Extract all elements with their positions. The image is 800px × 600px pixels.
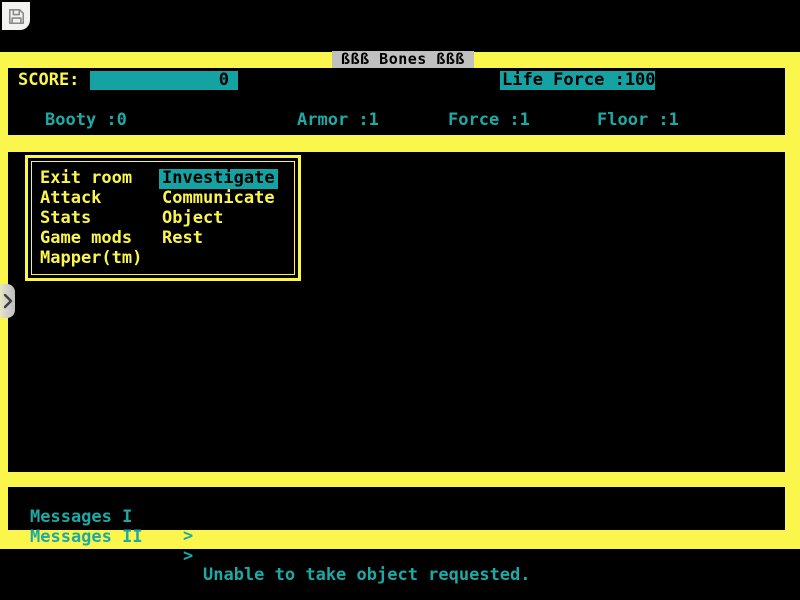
main-panel: Exit room Attack Stats Game mods Mapper(… xyxy=(8,152,785,472)
menu-item-object[interactable]: Object xyxy=(162,209,278,229)
command-menu-box: Exit room Attack Stats Game mods Mapper(… xyxy=(25,155,301,281)
force-stat: Force :1 xyxy=(448,111,530,130)
floppy-disk-icon xyxy=(7,7,26,26)
score-value: 0 xyxy=(219,70,229,90)
message-2-label: Messages II xyxy=(30,528,143,547)
score-bar: 0 xyxy=(90,71,238,90)
game-title: ßßß Bones ßßß xyxy=(332,51,474,68)
command-menu-inner-border: Exit room Attack Stats Game mods Mapper(… xyxy=(31,161,295,275)
message-line-1: Messages I > xyxy=(8,489,785,508)
menu-item-mapper[interactable]: Mapper(tm) xyxy=(40,249,142,269)
chevron-right-icon xyxy=(3,291,13,311)
booty-stat: Booty :0 xyxy=(45,111,127,130)
menu-item-communicate[interactable]: Communicate xyxy=(162,189,278,209)
score-label: SCORE: xyxy=(18,71,79,90)
message-2-text: Unable to take object requested. xyxy=(203,566,531,585)
messages-panel: Messages I > Messages II > Unable to tak… xyxy=(8,487,785,530)
menu-item-rest[interactable]: Rest xyxy=(162,229,278,249)
menu-item-stats[interactable]: Stats xyxy=(40,209,142,229)
menu-item-game-mods[interactable]: Game mods xyxy=(40,229,142,249)
menu-column-1: Exit room Attack Stats Game mods Mapper(… xyxy=(40,169,142,269)
side-panel-toggle[interactable] xyxy=(0,284,15,318)
save-button[interactable] xyxy=(2,2,30,30)
menu-item-investigate[interactable]: Investigate xyxy=(159,169,278,189)
menu-item-exit-room[interactable]: Exit room xyxy=(40,169,142,189)
message-1-prompt: > xyxy=(183,527,193,546)
message-2-prompt: > xyxy=(183,547,193,566)
armor-stat: Armor :1 xyxy=(297,111,379,130)
floor-stat: Floor :1 xyxy=(597,111,679,130)
stats-panel: SCORE: 0 Life Force :100 Booty :0 Armor … xyxy=(8,68,785,135)
menu-column-2: Investigate Communicate Object Rest xyxy=(162,169,278,249)
life-force-badge: Life Force :100 xyxy=(500,71,655,90)
menu-item-attack[interactable]: Attack xyxy=(40,189,142,209)
message-line-2: Messages II > Unable to take object requ… xyxy=(8,509,785,528)
game-screen: ßßß Bones ßßß SCORE: 0 Life Force :100 B… xyxy=(0,0,800,600)
